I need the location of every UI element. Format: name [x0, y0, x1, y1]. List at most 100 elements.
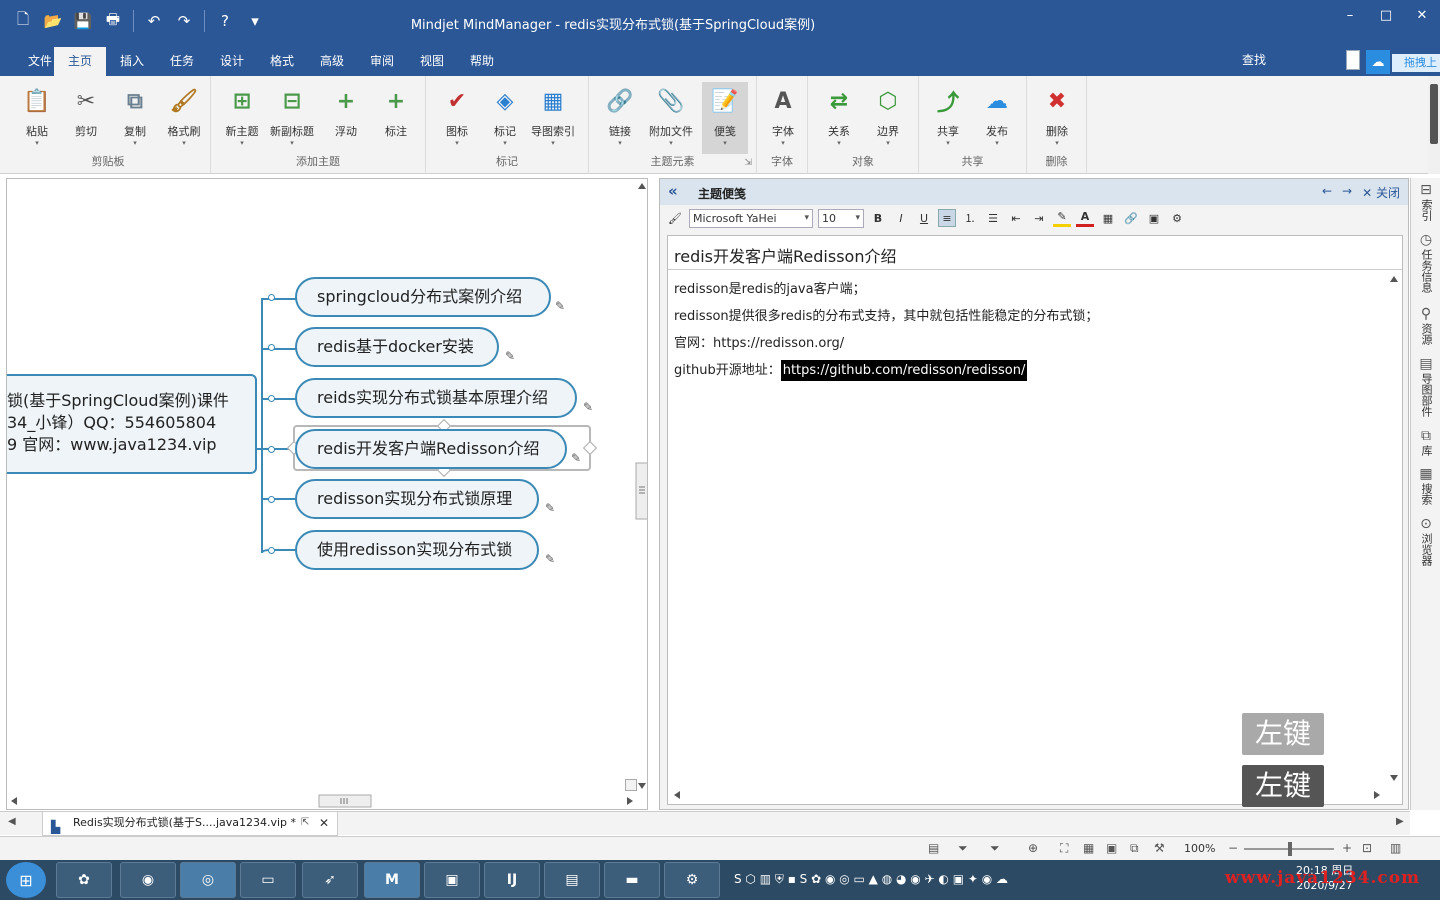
- menu-tab[interactable]: 插入: [106, 47, 158, 76]
- dropdown-arrow-icon[interactable]: ▾: [455, 139, 459, 147]
- taskbar-app-remote[interactable]: ▬: [604, 862, 660, 898]
- subtopic[interactable]: reids实现分布式锁基本原理介绍: [295, 378, 577, 418]
- gantt-view-icon[interactable]: ▣: [1106, 841, 1117, 855]
- menu-tab[interactable]: 高级: [306, 47, 358, 76]
- indent-icon[interactable]: ⇥: [1030, 209, 1048, 227]
- ribbon-button[interactable]: ▦ 导图索引 ▾: [530, 82, 576, 154]
- dropdown-arrow-icon[interactable]: ▾: [182, 139, 186, 147]
- close-tab-icon[interactable]: ✕: [319, 812, 329, 834]
- central-topic[interactable]: 锁(基于SpringCloud案例)课件 34_小锋）QQ：554605804 …: [7, 374, 257, 474]
- subtopic[interactable]: springcloud分布式案例介绍: [295, 277, 551, 317]
- menu-tab[interactable]: 任务: [156, 47, 208, 76]
- subtopic[interactable]: 使用redisson实现分布式锁: [295, 530, 539, 570]
- ribbon-button[interactable]: ✖ 删除 ▾: [1034, 82, 1080, 154]
- filter-options-icon[interactable]: ⏷: [990, 841, 1000, 856]
- hyperlink-icon[interactable]: 🔗: [1122, 209, 1140, 227]
- taskbar-app-explorer[interactable]: ▤: [544, 862, 600, 898]
- align-left-icon[interactable]: ≡: [938, 209, 956, 227]
- font-color-icon[interactable]: A: [1076, 209, 1094, 227]
- taskbar-app-remote-desktop[interactable]: ▭: [240, 862, 296, 898]
- selected-link-text[interactable]: https://github.com/redisson/redisson/: [780, 360, 1028, 381]
- ribbon-button[interactable]: ☁ 发布 ▾: [974, 82, 1020, 154]
- ribbon-button[interactable]: 📝 便笺 ▾: [702, 82, 748, 154]
- map-view-icon[interactable]: ▤: [928, 841, 939, 855]
- dropdown-arrow-icon[interactable]: ▾: [781, 139, 785, 147]
- subtopic[interactable]: redisson实现分布式锁原理: [295, 479, 539, 519]
- taskbar-app-mindmanager[interactable]: M: [364, 862, 420, 898]
- close-notes-button[interactable]: ✕ 关闭: [1362, 184, 1400, 201]
- notes-body[interactable]: redisson是redis的java客户端； redisson提供很多redi…: [668, 270, 1386, 807]
- more-icon[interactable]: ⚙: [1168, 209, 1186, 227]
- fit-window-icon[interactable]: ⊡: [1362, 841, 1372, 855]
- pin-icon[interactable]: ⇱: [301, 812, 309, 834]
- collapse-node[interactable]: [268, 294, 275, 301]
- dropdown-arrow-icon[interactable]: ▾: [995, 139, 999, 147]
- bold-icon[interactable]: B: [869, 209, 887, 227]
- collapse-node[interactable]: [268, 496, 275, 503]
- note-icon[interactable]: ✎: [571, 451, 584, 465]
- note-icon[interactable]: ✎: [505, 349, 518, 363]
- scrollbar-thumb[interactable]: [1430, 84, 1438, 144]
- dropdown-arrow-icon[interactable]: ▾: [723, 139, 727, 147]
- notes-horizontal-scrollbar[interactable]: [668, 786, 1386, 804]
- eraser-icon[interactable]: 🖌: [666, 209, 684, 227]
- drag-upload-label[interactable]: 拖拽上: [1392, 54, 1440, 72]
- dropdown-arrow-icon[interactable]: ▾: [240, 139, 244, 147]
- table-icon[interactable]: ▦: [1099, 209, 1117, 227]
- layout-icon[interactable]: ▥: [1390, 841, 1401, 855]
- sidebar-tab[interactable]: ⚲ 资源: [1415, 307, 1437, 348]
- prev-arrow-icon[interactable]: ←: [1322, 184, 1332, 201]
- menu-tab[interactable]: 帮助: [456, 47, 508, 76]
- ribbon-button[interactable]: ✂ 剪切: [63, 82, 109, 154]
- ribbon-button[interactable]: ⇄ 关系 ▾: [816, 82, 862, 154]
- menu-tab[interactable]: 主页: [54, 47, 107, 76]
- sidebar-tab[interactable]: ⊟ 索引: [1415, 183, 1437, 224]
- tabs-right-arrow-icon[interactable]: ▶: [1396, 816, 1404, 827]
- dropdown-arrow-icon[interactable]: ▾: [886, 139, 890, 147]
- map-vertical-scrollbar[interactable]: [635, 179, 647, 809]
- taskbar-app-intellij[interactable]: IJ: [484, 862, 540, 898]
- tabs-left-arrow-icon[interactable]: ◀: [8, 816, 16, 827]
- tools-icon[interactable]: ⚒: [1154, 841, 1165, 855]
- bullet-list-icon[interactable]: ☰: [984, 209, 1002, 227]
- menu-tab[interactable]: 视图: [406, 47, 458, 76]
- ribbon-button[interactable]: 📎 附加文件 ▾: [648, 82, 694, 154]
- map-view[interactable]: 锁(基于SpringCloud案例)课件 34_小锋）QQ：554605804 …: [6, 178, 648, 810]
- search-label[interactable]: 查找: [1242, 51, 1266, 68]
- taskbar-app-files[interactable]: ▣: [424, 862, 480, 898]
- zoom-thumb[interactable]: [1288, 842, 1292, 856]
- notes-editor[interactable]: redis开发客户端Redisson介绍 redisson是redis的java…: [667, 235, 1403, 807]
- collapse-node[interactable]: [268, 395, 275, 402]
- document-tab[interactable]: ▙ Redis实现分布式锁(基于S....java1234.vip * ⇱ ✕: [42, 812, 338, 836]
- maximize-button[interactable]: □: [1368, 0, 1404, 30]
- font-select[interactable]: Microsoft YaHei: [689, 208, 813, 228]
- ribbon-scrollbar[interactable]: [1428, 76, 1440, 174]
- collapse-node[interactable]: [268, 446, 275, 453]
- filter-icon[interactable]: ⏷: [958, 841, 968, 856]
- collapse-node[interactable]: [268, 344, 275, 351]
- focus-icon[interactable]: ⊕: [1028, 841, 1038, 855]
- ribbon-button[interactable]: ⤴ 共享 ▾: [925, 82, 971, 154]
- collapse-node[interactable]: [268, 547, 275, 554]
- link-map-icon[interactable]: ⧉: [1130, 841, 1139, 856]
- note-icon[interactable]: ✎: [545, 552, 558, 566]
- outline-view-icon[interactable]: ▦: [1083, 841, 1094, 855]
- zoom-slider[interactable]: [1244, 842, 1334, 856]
- menu-tab[interactable]: 设计: [206, 47, 258, 76]
- dropdown-arrow-icon[interactable]: ▾: [35, 139, 39, 147]
- subtopic[interactable]: redis开发客户端Redisson介绍: [295, 429, 567, 469]
- dropdown-arrow-icon[interactable]: ▾: [618, 139, 622, 147]
- menu-tab[interactable]: 格式: [256, 47, 308, 76]
- image-icon[interactable]: ▣: [1145, 209, 1163, 227]
- note-icon[interactable]: ✎: [555, 299, 568, 313]
- ribbon-button[interactable]: ◈ 标记 ▾: [482, 82, 528, 154]
- ribbon-button[interactable]: ⊟ 新副标题 ▾: [269, 82, 315, 154]
- notes-vertical-scrollbar[interactable]: [1386, 270, 1402, 786]
- map-horizontal-scrollbar[interactable]: [7, 793, 635, 809]
- ribbon-button[interactable]: 🔗 链接 ▾: [597, 82, 643, 154]
- dropdown-arrow-icon[interactable]: ▾: [1055, 139, 1059, 147]
- ribbon-button[interactable]: + 浮动: [323, 82, 369, 154]
- taskbar-app-chrome[interactable]: ◎: [180, 862, 236, 898]
- zoom-out-icon[interactable]: −: [1228, 841, 1238, 855]
- taskbar-app-colors[interactable]: ✿: [56, 862, 112, 898]
